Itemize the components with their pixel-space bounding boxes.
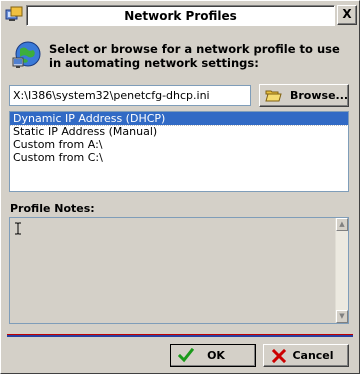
- profile-list[interactable]: Dynamic IP Address (DHCP) Static IP Addre…: [9, 111, 349, 192]
- profile-notes-label: Profile Notes:: [10, 202, 95, 215]
- browse-button[interactable]: Browse...: [259, 84, 349, 107]
- intro-text: Select or browse for a network profile t…: [49, 42, 340, 70]
- cancel-button-label: Cancel: [292, 349, 334, 362]
- profile-list-item[interactable]: Custom from A:\: [10, 138, 348, 151]
- ok-button[interactable]: OK: [170, 344, 256, 367]
- close-button[interactable]: X: [337, 5, 357, 25]
- profile-list-item[interactable]: Static IP Address (Manual): [10, 125, 348, 138]
- profile-notes-area[interactable]: ▲ ▼: [9, 217, 349, 324]
- title-bar[interactable]: Network Profiles X: [2, 2, 358, 28]
- separator-line-blue: [7, 335, 353, 337]
- title-box: Network Profiles: [26, 5, 335, 26]
- notes-scrollbar[interactable]: ▲ ▼: [335, 218, 348, 323]
- profile-list-item[interactable]: Dynamic IP Address (DHCP): [10, 112, 348, 126]
- profile-path-input[interactable]: [9, 85, 251, 106]
- scroll-down-icon[interactable]: ▼: [336, 310, 348, 323]
- network-globe-icon: [11, 39, 43, 71]
- network-profiles-dialog: Network Profiles X Select or browse for …: [0, 0, 360, 374]
- window-title: Network Profiles: [124, 9, 237, 23]
- cancel-button[interactable]: Cancel: [263, 344, 349, 367]
- browse-button-label: Browse...: [290, 89, 349, 102]
- text-cursor-icon: [14, 222, 22, 235]
- folder-open-icon: [265, 88, 282, 103]
- ok-button-label: OK: [207, 349, 225, 362]
- scroll-up-icon[interactable]: ▲: [336, 218, 348, 231]
- profile-list-item[interactable]: Custom from C:\: [10, 151, 348, 164]
- app-icon: [5, 6, 23, 24]
